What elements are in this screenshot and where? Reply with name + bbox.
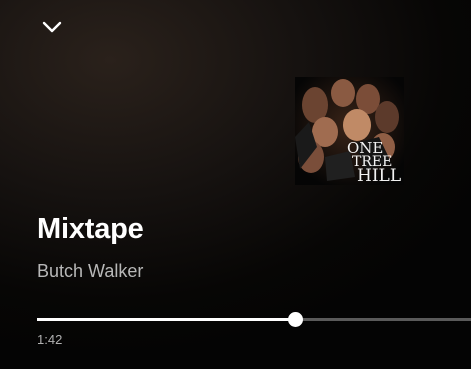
chevron-down-icon	[42, 21, 62, 33]
track-artist[interactable]: Butch Walker	[37, 261, 143, 282]
track-title: Mixtape	[37, 213, 144, 245]
seek-progress	[37, 318, 295, 321]
album-art: ONE TREE HILL	[295, 77, 404, 185]
seek-bar[interactable]	[37, 311, 471, 329]
album-art-line-3: HILL	[357, 166, 401, 185]
seek-thumb[interactable]	[288, 312, 303, 327]
collapse-button[interactable]	[36, 12, 68, 42]
elapsed-time: 1:42	[37, 332, 63, 347]
